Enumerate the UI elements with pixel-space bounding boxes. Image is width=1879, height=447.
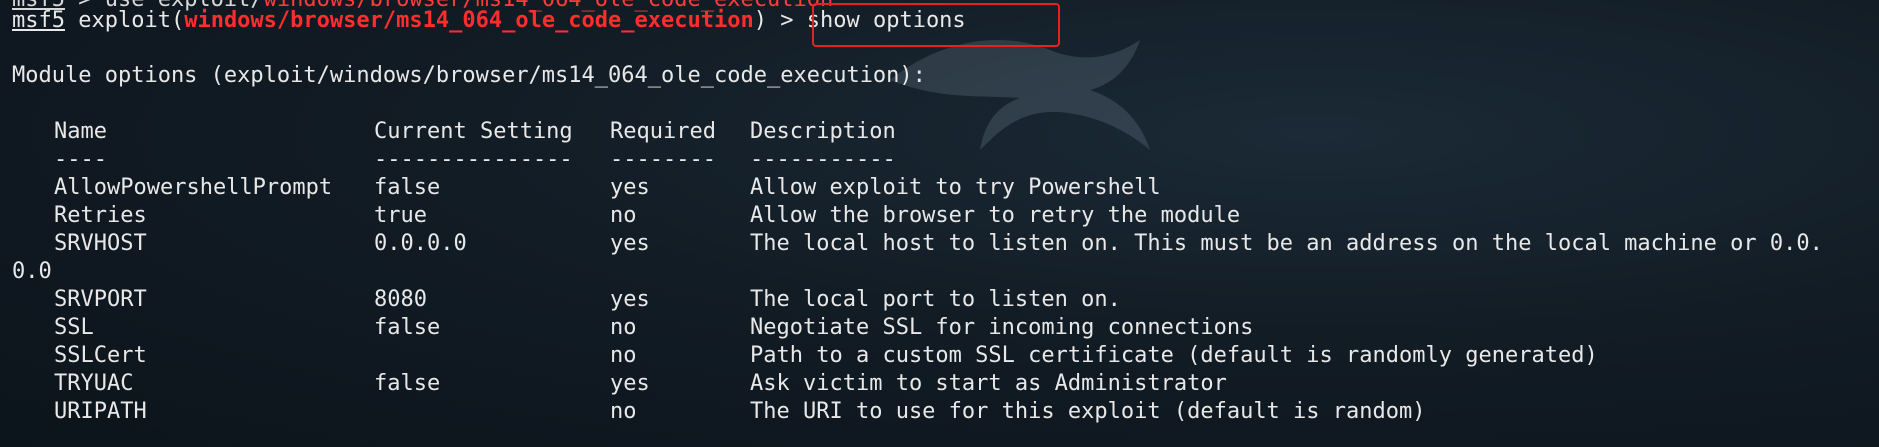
msf-prompt: msf5 (12, 8, 65, 33)
table-row: SRVPORT 8080 yes The local port to liste… (0, 286, 1879, 314)
exploit-suffix: ) (753, 8, 767, 33)
option-required: yes (610, 231, 650, 256)
option-required: no (610, 399, 637, 424)
option-required: no (610, 203, 637, 228)
module-path: windows/browser/ms14_064_ole_code_execut… (184, 8, 754, 33)
section-title: Module options (exploit/windows/browser/… (12, 63, 926, 88)
option-description: Negotiate SSL for incoming connections (750, 315, 1254, 340)
terminal-window[interactable]: msf5 > use exploit/windows/browser/ms14_… (0, 0, 1879, 447)
option-name: TRYUAC (54, 371, 134, 396)
option-setting: false (374, 371, 441, 396)
option-description: Allow the browser to retry the module (750, 203, 1241, 228)
table-row: SRVHOST 0.0.0.0 yes The local host to li… (0, 230, 1879, 258)
option-required: no (610, 343, 637, 368)
option-name: SRVHOST (54, 231, 147, 256)
header-name: Name (54, 119, 107, 144)
command-highlight-box (812, 3, 1060, 47)
option-name: URIPATH (54, 399, 147, 424)
option-description: The URI to use for this exploit (default… (750, 399, 1426, 424)
option-setting: 0.0.0.0 (374, 231, 467, 256)
option-name: AllowPowershellPrompt (54, 175, 333, 200)
header-required: Required (610, 119, 716, 144)
exploit-prefix: exploit( (64, 8, 185, 33)
table-row: SSL false no Negotiate SSL for incoming … (0, 314, 1879, 342)
option-setting: false (374, 175, 441, 200)
option-required: yes (610, 287, 650, 312)
underline-setting: --------------- (374, 147, 573, 172)
option-name: SSLCert (54, 343, 147, 368)
option-required: no (610, 315, 637, 340)
table-underline-row: ---- --------------- -------- ----------… (0, 146, 1879, 174)
table-row: URIPATH no The URI to use for this explo… (0, 398, 1879, 426)
option-setting: true (374, 203, 427, 228)
table-row: AllowPowershellPrompt false yes Allow ex… (0, 174, 1879, 202)
option-name: Retries (54, 203, 147, 228)
option-name: SSL (54, 315, 94, 340)
option-description: The local port to listen on. (750, 287, 1121, 312)
underline-required: -------- (610, 147, 716, 172)
table-row: SSLCert no Path to a custom SSL certific… (0, 342, 1879, 370)
option-required: yes (610, 175, 650, 200)
header-setting: Current Setting (374, 119, 573, 144)
underline-description: ----------- (750, 147, 896, 172)
option-setting: 8080 (374, 287, 427, 312)
option-description: Path to a custom SSL certificate (defaul… (750, 343, 1598, 368)
header-description: Description (750, 119, 896, 144)
table-row: TRYUAC false yes Ask victim to start as … (0, 370, 1879, 398)
table-header-row: Name Current Setting Required Descriptio… (0, 118, 1879, 146)
wrapped-line: 0.0 (0, 258, 1879, 286)
option-description: Allow exploit to try Powershell (750, 175, 1161, 200)
option-description: Ask victim to start as Administrator (750, 371, 1227, 396)
table-row: Retries true no Allow the browser to ret… (0, 202, 1879, 230)
option-name: SRVPORT (54, 287, 147, 312)
option-setting: false (374, 315, 441, 340)
option-description: The local host to listen on. This must b… (750, 231, 1823, 256)
underline-name: ---- (54, 147, 107, 172)
option-required: yes (610, 371, 650, 396)
option-description-wrap: 0.0 (12, 259, 52, 284)
